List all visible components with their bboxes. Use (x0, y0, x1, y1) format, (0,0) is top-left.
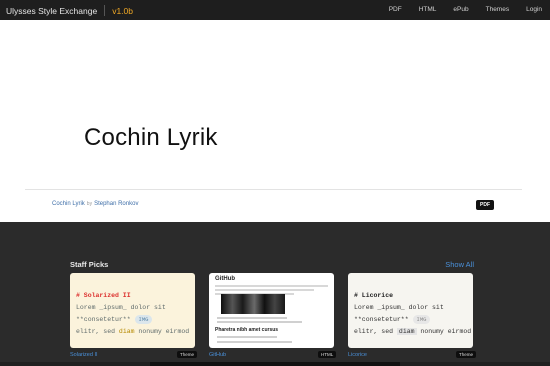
nav-login[interactable]: Login (526, 6, 542, 13)
main-nav: PDF HTML ePub Themes Login (372, 6, 542, 13)
card-name-solarized[interactable]: Solarized II (70, 352, 98, 358)
nav-themes[interactable]: Themes (486, 6, 509, 13)
theme-card-github[interactable]: GitHub Pharetra nibh amet cursus (209, 273, 334, 348)
theme-card-licorice[interactable]: # Licorice Lorem _ipsum_ dolor sit **con… (348, 273, 473, 348)
top-bar: Ulysses Style Exchange v1.0b PDF HTML eP… (0, 0, 550, 20)
text-line (215, 289, 314, 291)
code-line: **consetetur** IMG (354, 314, 473, 326)
brand[interactable]: Ulysses Style Exchange v1.0b (6, 5, 133, 16)
preview-image (221, 294, 285, 314)
show-all-link[interactable]: Show All (445, 260, 474, 269)
text-line (217, 341, 292, 343)
code-preview: # Solarized II Lorem _ipsum_ dolor sit *… (70, 273, 195, 338)
code-line: **consetetur** IMG (76, 314, 195, 326)
code-bold: **consetetur** (76, 316, 131, 323)
img-tag: IMG (134, 315, 153, 324)
text-line (215, 285, 328, 287)
nav-epub[interactable]: ePub (453, 6, 468, 13)
preview-title: GitHub (215, 276, 235, 282)
divider (25, 189, 522, 190)
img-tag: IMG (412, 315, 431, 324)
nav-pdf[interactable]: PDF (389, 6, 402, 13)
style-name-link[interactable]: Cochin Lyrik (52, 201, 85, 207)
card-name-licorice[interactable]: Licorice (348, 352, 367, 358)
text-line (217, 321, 302, 323)
card-name-github[interactable]: GitHub (209, 352, 226, 358)
code-text: elitr, sed (76, 328, 119, 335)
code-bold: **consetetur** (354, 316, 409, 323)
code-text: elitr, sed (354, 328, 397, 335)
code-highlight: diam (396, 328, 417, 335)
style-credit: Cochin Lyrik by Stephan Ronkov (52, 201, 138, 207)
code-line: Lorem _ipsum_ dolor sit (354, 304, 444, 311)
code-line: Lorem _ipsum_ dolor sit (76, 304, 166, 311)
text-line (217, 336, 277, 338)
nav-html[interactable]: HTML (419, 6, 437, 13)
preview-heading: Pharetra nibh amet cursus (215, 327, 279, 333)
code-preview: # Licorice Lorem _ipsum_ dolor sit **con… (348, 273, 473, 338)
card-format-tag: Theme (177, 351, 198, 358)
version-label: v1.0b (112, 5, 133, 16)
code-text: nonumy eirmod (134, 328, 190, 335)
text-line (217, 317, 287, 319)
brand-name[interactable]: Ulysses Style Exchange (6, 6, 97, 16)
code-highlight: diam (118, 328, 135, 335)
card-format-tag: Theme (456, 351, 477, 358)
bottom-strip (0, 362, 550, 366)
brand-divider (104, 5, 106, 16)
format-badge: PDF (476, 200, 494, 210)
code-line: elitr, sed diam nonumy eirmod (354, 326, 473, 338)
theme-card-solarized[interactable]: # Solarized II Lorem _ipsum_ dolor sit *… (70, 273, 195, 348)
code-text: nonumy eirmod (416, 328, 472, 335)
by-label: by (86, 201, 93, 207)
bottom-strip-segment (150, 362, 400, 366)
code-heading: # Licorice (354, 292, 394, 299)
code-line: elitr, sed diam nonumy eirmod (76, 326, 195, 338)
author-link[interactable]: Stephan Ronkov (94, 201, 138, 207)
hero-title: Cochin Lyrik (84, 124, 218, 151)
code-heading: # Solarized II (76, 292, 131, 299)
staff-picks-title: Staff Picks (70, 260, 109, 269)
card-format-tag: HTML (318, 351, 337, 358)
